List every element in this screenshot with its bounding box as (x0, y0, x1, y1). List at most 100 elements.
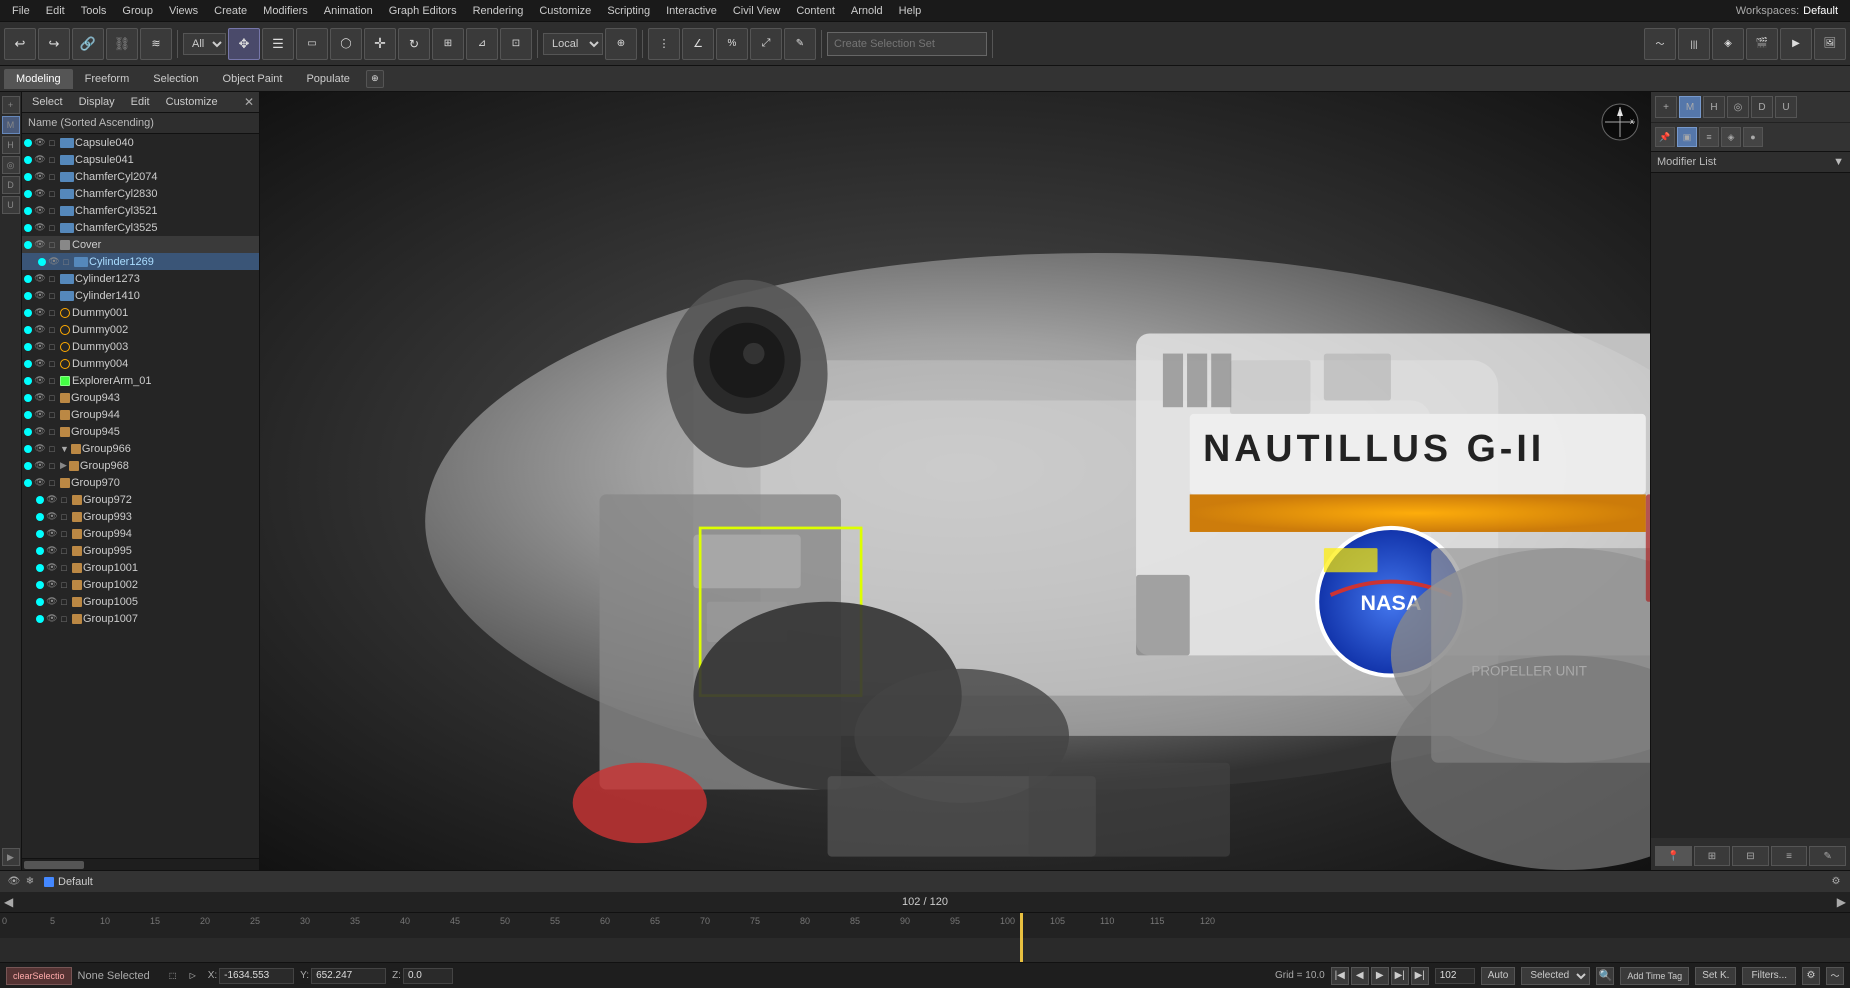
menu-content[interactable]: Content (788, 3, 843, 19)
display-mode-button[interactable]: D (1751, 96, 1773, 118)
tab-freeform[interactable]: Freeform (73, 69, 142, 89)
menu-scripting[interactable]: Scripting (599, 3, 658, 19)
render-icon[interactable]: □ (58, 545, 70, 557)
menu-animation[interactable]: Animation (316, 3, 381, 19)
render-icon[interactable]: □ (46, 222, 58, 234)
pin-modifier-button[interactable]: 📌 (1655, 127, 1675, 147)
menu-modifiers[interactable]: Modifiers (255, 3, 316, 19)
list-item[interactable]: 👁 □ ChamferCyl3521 (22, 202, 259, 219)
channel-info-button[interactable]: ≡ (1699, 127, 1719, 147)
render-icon[interactable]: □ (58, 613, 70, 625)
menu-file[interactable]: File (4, 3, 38, 19)
scroll-thumb[interactable] (24, 861, 84, 869)
visibility-icon[interactable]: 👁 (34, 307, 46, 319)
render-icon[interactable]: □ (46, 409, 58, 421)
render-icon[interactable]: □ (58, 579, 70, 591)
create-selection-set-input[interactable] (827, 32, 987, 56)
render-icon[interactable]: □ (46, 375, 58, 387)
percent-snap-button[interactable]: % (716, 28, 748, 60)
render-icon[interactable]: □ (58, 596, 70, 608)
list-item[interactable]: 👁 □ Capsule040 (22, 134, 259, 151)
render-icon[interactable]: □ (46, 171, 58, 183)
side-modify-icon[interactable]: M (2, 116, 20, 134)
list-item[interactable]: 👁 □ Cylinder1269 (22, 253, 259, 270)
menu-views[interactable]: Views (161, 3, 206, 19)
visibility-icon[interactable]: 👁 (46, 494, 58, 506)
render-icon[interactable]: □ (46, 392, 58, 404)
list-item[interactable]: 👁 □ Group993 (22, 508, 259, 525)
bind-space-warp-button[interactable]: ≋ (140, 28, 172, 60)
menu-edit[interactable]: Edit (38, 3, 73, 19)
visibility-icon[interactable]: 👁 (46, 562, 58, 574)
visibility-icon[interactable]: 👁 (34, 154, 46, 166)
visibility-icon[interactable]: 👁 (34, 341, 46, 353)
curve-editor-button[interactable]: 〜 (1644, 28, 1676, 60)
material-editor-button[interactable]: ◈ (1712, 28, 1744, 60)
visibility-icon[interactable]: 👁 (34, 358, 46, 370)
place-button[interactable]: ⊿ (466, 28, 498, 60)
list-item[interactable]: 👁 □ Group972 (22, 491, 259, 508)
render-icon[interactable]: □ (46, 477, 58, 489)
menu-civil-view[interactable]: Civil View (725, 3, 788, 19)
render-icon[interactable]: □ (46, 307, 58, 319)
object-display-button[interactable]: ◈ (1721, 127, 1741, 147)
timeline-prev-arrow[interactable]: ◀ (4, 895, 13, 909)
create-mode-button[interactable]: + (1655, 96, 1677, 118)
menu-interactive[interactable]: Interactive (658, 3, 725, 19)
unlink-button[interactable]: ⛓ (106, 28, 138, 60)
side-play-icon[interactable]: ▶ (2, 848, 20, 866)
render-icon[interactable]: □ (46, 273, 58, 285)
modifier-tab-pin[interactable]: 📍 (1655, 846, 1692, 866)
modify-mode-button[interactable]: M (1679, 96, 1701, 118)
layer-item[interactable]: Default (38, 874, 99, 890)
list-item[interactable]: 👁 □ Group1001 (22, 559, 259, 576)
transform-gizmo-button[interactable]: ⊡ (500, 28, 532, 60)
render-frame-button[interactable]: 🖼 (1814, 28, 1846, 60)
next-frame-button[interactable]: ▶| (1391, 967, 1409, 985)
render-icon[interactable]: □ (58, 528, 70, 540)
redo-button[interactable]: ↪ (38, 28, 70, 60)
render-icon[interactable]: □ (46, 205, 58, 217)
modifier-tab-edit[interactable]: ✎ (1809, 846, 1846, 866)
menu-customize[interactable]: Customize (531, 3, 599, 19)
visibility-icon[interactable]: 👁 (34, 222, 46, 234)
render-icon[interactable]: □ (58, 494, 70, 506)
visibility-icon[interactable]: 👁 (46, 528, 58, 540)
hierarchy-mode-button[interactable]: H (1703, 96, 1725, 118)
render-icon[interactable]: □ (46, 290, 58, 302)
list-item[interactable]: 👁 □ Group1005 (22, 593, 259, 610)
timeline-current-frame-marker[interactable] (1020, 913, 1023, 938)
visibility-icon[interactable]: 👁 (34, 477, 46, 489)
list-item[interactable]: 👁 □ Dummy004 (22, 355, 259, 372)
visibility-icon[interactable]: 👁 (34, 205, 46, 217)
list-item[interactable]: 👁 □ Group945 (22, 423, 259, 440)
tab-selection[interactable]: Selection (141, 69, 210, 89)
circular-selection-button[interactable]: ◯ (330, 28, 362, 60)
list-item[interactable]: 👁 □ ▼ Group966 (22, 440, 259, 457)
dope-sheet-button[interactable]: ||| (1678, 28, 1710, 60)
side-display-icon[interactable]: D (2, 176, 20, 194)
visibility-icon[interactable]: 👁 (46, 613, 58, 625)
menu-help[interactable]: Help (891, 3, 930, 19)
scene-3d[interactable]: NAUTILLUS G-II NASA PROPELLER UNIT (260, 92, 1650, 870)
visibility-icon[interactable]: 👁 (46, 511, 58, 523)
y-input[interactable] (311, 968, 386, 984)
timeline-next-arrow[interactable]: ▶ (1837, 895, 1846, 909)
visibility-icon[interactable]: 👁 (34, 375, 46, 387)
list-item[interactable]: 👁 □ Capsule041 (22, 151, 259, 168)
object-list-sort-header[interactable]: Name (Sorted Ascending) (22, 113, 259, 134)
list-item[interactable]: 👁 □ ChamferCyl3525 (22, 219, 259, 236)
visibility-icon[interactable]: 👁 (46, 545, 58, 557)
list-item[interactable]: 👁 □ Dummy002 (22, 321, 259, 338)
side-hierarchy-icon[interactable]: H (2, 136, 20, 154)
mini-curve-button[interactable]: 〜 (1826, 967, 1844, 985)
list-item[interactable]: 👁 □ Dummy003 (22, 338, 259, 355)
visibility-icon[interactable]: 👁 (48, 256, 60, 268)
visibility-icon[interactable]: 👁 (46, 596, 58, 608)
tab-modeling[interactable]: Modeling (4, 69, 73, 89)
link-button[interactable]: 🔗 (72, 28, 104, 60)
modifier-tab-active[interactable]: ▣ (1677, 127, 1697, 147)
menu-arnold[interactable]: Arnold (843, 3, 891, 19)
utilities-mode-button[interactable]: U (1775, 96, 1797, 118)
modifier-tab-sort[interactable]: ⊞ (1694, 846, 1731, 866)
